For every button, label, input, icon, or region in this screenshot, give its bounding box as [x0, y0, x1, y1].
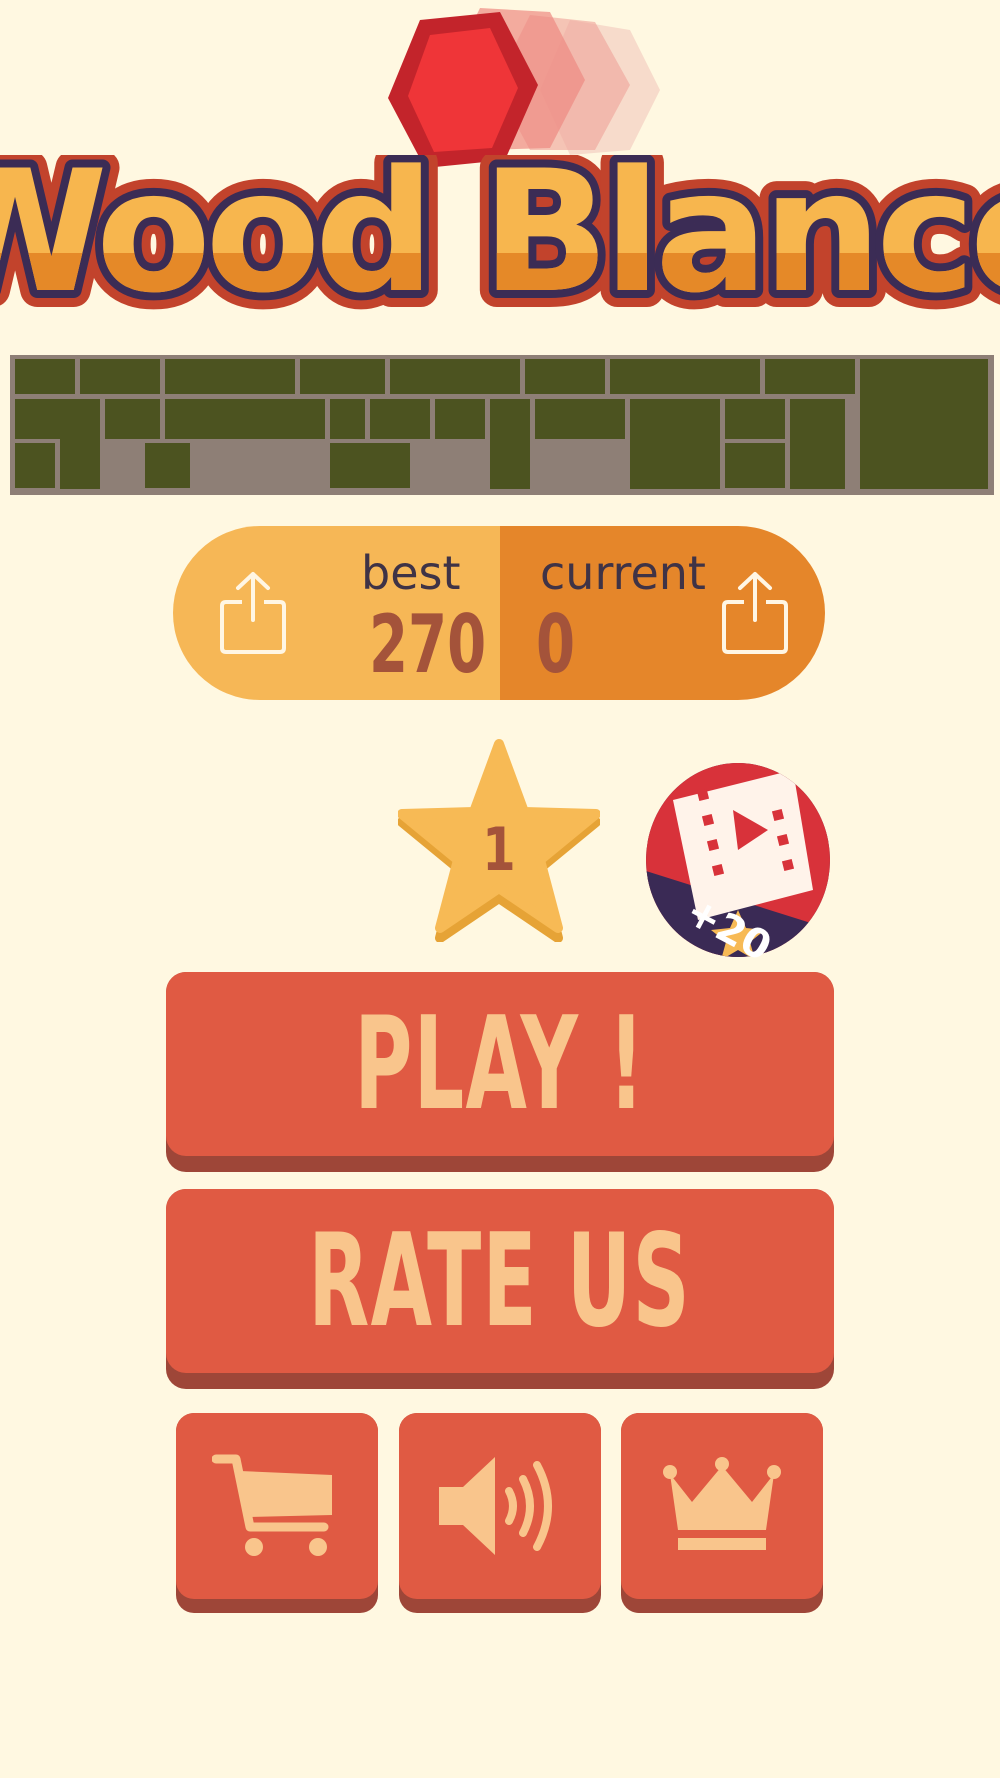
leaderboard-button[interactable]	[621, 1413, 823, 1613]
current-score-value: 0	[536, 598, 576, 691]
shop-button[interactable]	[176, 1413, 378, 1613]
score-panel: best 270 current 0	[173, 526, 825, 700]
video-reward-button[interactable]: +20	[643, 760, 833, 960]
best-score-section: best 270	[173, 526, 500, 700]
play-button[interactable]: PLAY !	[166, 972, 834, 1172]
current-score-section: current 0	[500, 526, 825, 700]
share-icon[interactable]	[720, 568, 790, 658]
logo-block-puzzle-graphic	[10, 355, 994, 495]
play-button-label: PLAY !	[354, 989, 646, 1139]
game-title-logo: Wood Blance Wood Blance Wood Blance Wood…	[0, 155, 1000, 345]
speaker-icon	[439, 1457, 552, 1555]
rate-us-button-label: RATE US	[308, 1206, 692, 1356]
current-label: current	[540, 546, 706, 600]
logo-hexagon-graphic	[388, 8, 660, 168]
star-count: 1	[482, 815, 516, 885]
best-label: best	[361, 546, 461, 600]
share-icon[interactable]	[218, 568, 288, 658]
cart-icon	[212, 1454, 332, 1556]
sound-toggle-button[interactable]	[399, 1413, 601, 1613]
best-score-value: 270	[369, 598, 487, 691]
rate-us-button[interactable]: RATE US	[166, 1189, 834, 1389]
crown-icon	[663, 1457, 781, 1550]
